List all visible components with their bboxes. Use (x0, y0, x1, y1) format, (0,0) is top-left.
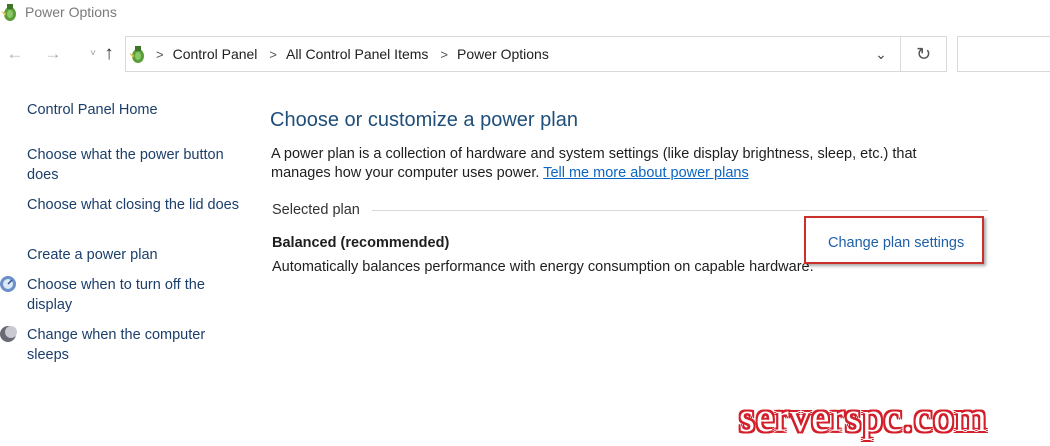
plan-description: Automatically balances performance with … (272, 259, 814, 275)
sleep-moon-icon (0, 326, 17, 342)
selected-plan-header: Selected plan (272, 202, 360, 218)
breadcrumb-control-panel[interactable]: Control Panel (173, 46, 258, 62)
sidebar-item-power-button[interactable]: Choose what the power button does (27, 145, 242, 185)
change-plan-settings-link[interactable]: Change plan settings (828, 235, 964, 251)
plan-name: Balanced (recommended) (272, 235, 450, 251)
sidebar-item-lid[interactable]: Choose what closing the lid does (27, 195, 242, 215)
forward-arrow-icon[interactable]: → (42, 43, 64, 65)
window-title: Power Options (25, 4, 117, 20)
page-description: A power plan is a collection of hardware… (271, 145, 961, 183)
sidebar-item-create-plan[interactable]: Create a power plan (27, 245, 242, 265)
power-options-icon (1, 4, 16, 21)
breadcrumb-power-options[interactable]: Power Options (457, 46, 549, 62)
section-divider (372, 210, 988, 211)
breadcrumb-separator-icon[interactable]: > (440, 47, 448, 62)
search-input[interactable] (957, 36, 1050, 72)
watermark: serverspc.com (739, 394, 988, 440)
chevron-down-icon[interactable]: ⌄ (872, 45, 890, 63)
sidebar-item-display-off[interactable]: Choose when to turn off the display (27, 275, 242, 315)
learn-more-link[interactable]: Tell me more about power plans (543, 165, 749, 181)
breadcrumb-all-items[interactable]: All Control Panel Items (286, 46, 428, 62)
page-title: Choose or customize a power plan (270, 109, 578, 131)
breadcrumb-separator-icon[interactable]: > (156, 47, 164, 62)
power-options-icon (129, 46, 144, 63)
back-arrow-icon[interactable]: ← (4, 43, 26, 65)
sidebar-item-sleep[interactable]: Change when the computer sleeps (27, 325, 242, 365)
breadcrumb: > Control Panel > All Control Panel Item… (156, 37, 561, 71)
display-icon (0, 276, 16, 292)
up-arrow-icon[interactable]: ↑ (98, 43, 120, 65)
title-bar: Power Options (0, 0, 1050, 26)
refresh-icon[interactable]: ↻ (901, 36, 947, 72)
navigation-bar: ← → ˅ ↑ > Control Panel > All Control Pa… (0, 36, 1050, 74)
sidebar-item-home[interactable]: Control Panel Home (27, 100, 242, 120)
breadcrumb-separator-icon[interactable]: > (269, 47, 277, 62)
address-bar[interactable]: > Control Panel > All Control Panel Item… (125, 36, 901, 72)
